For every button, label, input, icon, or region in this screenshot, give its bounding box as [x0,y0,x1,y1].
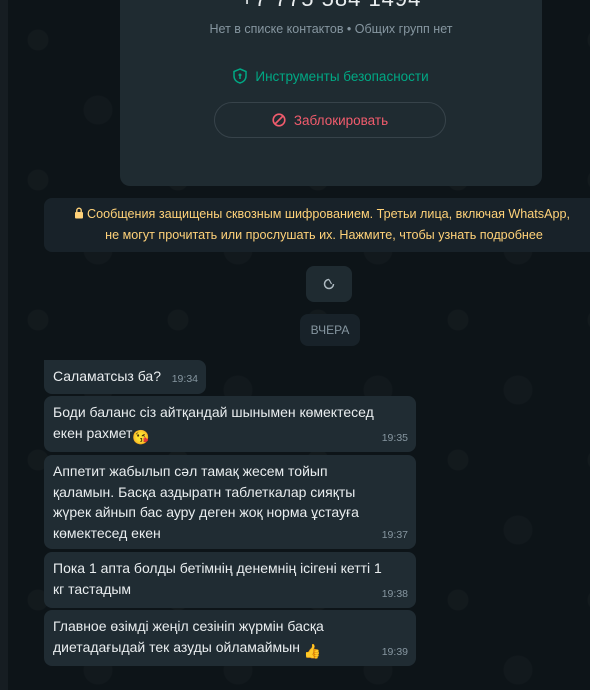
date-divider: ВЧЕРА [300,314,360,346]
shield-icon [233,68,248,84]
message-bubble[interactable]: Главное өзімді жеңіл сезініп жүрмін басқ… [44,610,416,666]
message-bubble[interactable]: Пока 1 апта болды бетімнің денемнің ісіг… [44,552,416,608]
contact-phone: +7 775 584 1494 [120,0,542,10]
load-more-button[interactable] [306,266,352,302]
message-text: Саламатсыз ба? [53,368,162,384]
message-text-line: Главное өзімді жеңіл сезініп жүрмін басқ… [53,618,324,634]
message-text-line: көмектесед екен [53,524,161,541]
message-text-line: Боди баланс сіз айтқандай шынымен көмект… [53,404,374,420]
contact-subtitle: Нет в списке контактов • Общих групп нет [209,22,453,36]
message-time: 19:38 [381,587,408,600]
block-label: Заблокировать [293,112,389,128]
block-icon [272,113,286,127]
message-text-line: кг тастадым [53,580,132,597]
contact-card: +7 775 584 1494 Нет в списке контактов •… [120,0,542,186]
lock-icon [75,207,83,219]
message-text-line: екен рахмет [53,424,133,441]
message-time: 19:39 [381,645,408,658]
message-text-line: Пока 1 апта болды бетімнің денемнің ісіг… [53,560,382,576]
block-button[interactable]: Заблокировать [214,102,446,138]
encryption-line-1: Сообщения защищены сквозным шифрованием.… [87,207,570,221]
message-time: 19:34 [171,372,198,385]
encryption-notice[interactable]: Сообщения защищены сквозным шифрованием.… [44,198,590,252]
encryption-line-2: не могут прочитать или прослушать их. На… [105,228,543,242]
message-bubble[interactable]: Боди баланс сіз айтқандай шынымен көмект… [44,396,416,452]
left-edge [0,0,8,690]
thumbs-up-emoji-icon: 👍 [303,642,322,659]
message-time: 19:35 [381,431,408,444]
message-text-line: жүрек айнып бас ауру деген жоқ норма ұст… [53,504,359,520]
loading-icon [323,278,335,290]
message-text-line: Аппетит жабылып сәл тамақ жесем тойып [53,463,328,479]
message-time: 19:37 [381,528,408,541]
kiss-emoji-icon: 😘 [132,428,150,445]
message-bubble[interactable]: Саламатсыз ба? 19:34 [44,360,206,394]
security-tools-link[interactable]: Инструменты безопасности [120,68,542,84]
security-tools-label: Инструменты безопасности [255,68,429,84]
message-text-line: диетадағыдай тек азуды ойламаймын [53,638,300,655]
message-bubble[interactable]: Аппетит жабылып сәл тамақ жесем тойып қа… [44,455,416,549]
message-text-line: қаламын. Басқа аздыратн таблеткалар сияқ… [53,483,356,500]
